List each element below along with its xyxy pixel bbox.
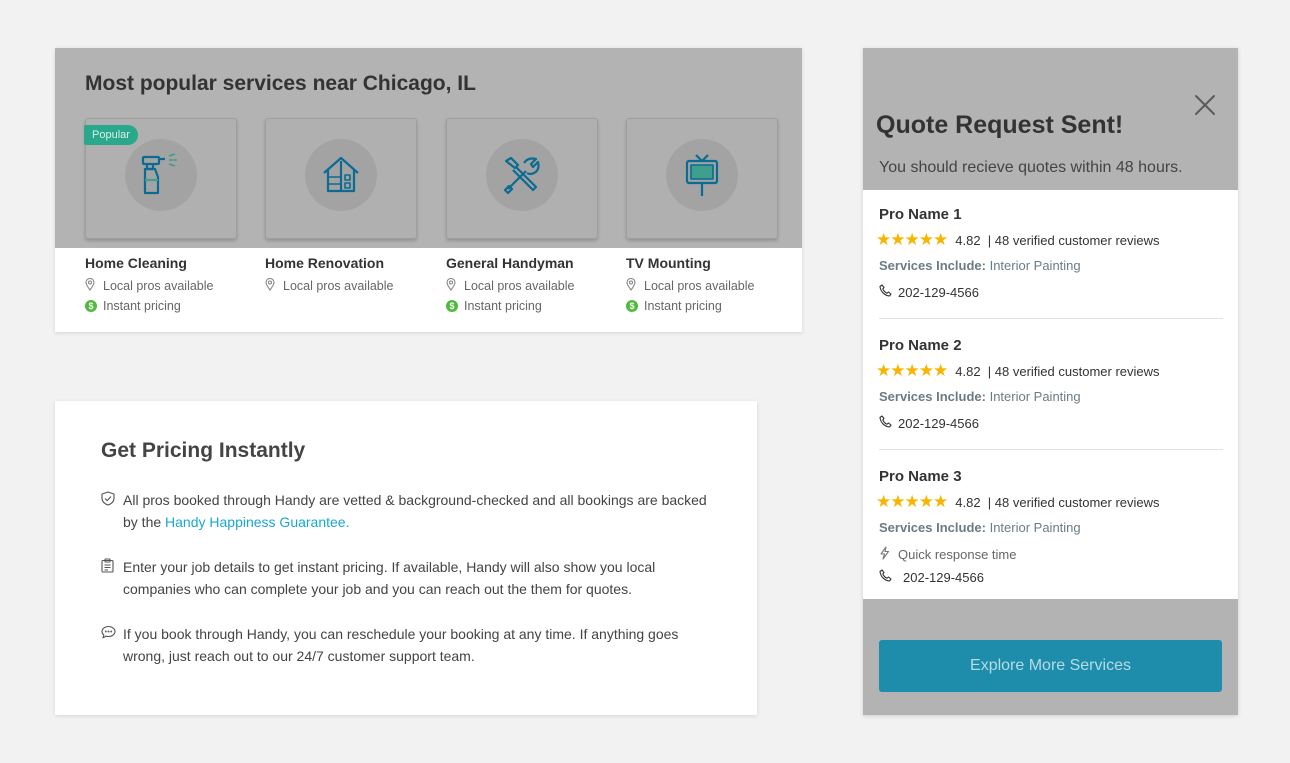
services-include-label: Services Include: [879, 520, 986, 535]
tile-tv-mounting[interactable] [626, 118, 778, 239]
service-name: TV Mounting [626, 255, 711, 271]
local-pros-text: Local pros available [464, 279, 575, 293]
phone-row: 202-129-4566 [879, 284, 1223, 300]
quick-response-text: Quick response time [898, 546, 1017, 562]
location-pin-icon [265, 277, 277, 294]
instant-pricing-line: $ Instant pricing [85, 296, 255, 316]
review-count: | 48 verified customer reviews [987, 494, 1160, 510]
star-rating-icon: ★ ★ ★ ★ ★ [876, 492, 948, 511]
instant-pricing-text: Instant pricing [464, 299, 542, 313]
rating-row: ★ ★ ★ ★ ★ 4.82 | 48 verified customer review… [876, 361, 1223, 380]
service-name: Home Cleaning [85, 255, 187, 271]
local-pros-text: Local pros available [644, 279, 755, 293]
quote-request-modal: Quote Request Sent! You should recieve q… [863, 48, 1238, 715]
lightning-icon [879, 545, 893, 563]
pro-card[interactable]: Pro Name 2 ★ ★ ★ ★ ★ 4.82 | 48 verified cust… [876, 337, 1223, 431]
rating-row: ★ ★ ★ ★ ★ 4.82 | 48 verified customer review… [876, 230, 1223, 249]
rating-value: 4.82 [955, 232, 981, 248]
review-count: | 48 verified customer reviews [987, 363, 1160, 379]
pricing-item: If you book through Handy, you can resch… [101, 623, 721, 667]
location-pin-icon [626, 277, 638, 294]
rating-row: ★ ★ ★ ★ ★ 4.82 | 48 verified customer review… [876, 492, 1223, 511]
phone-row: 202-129-4566 [879, 415, 1223, 431]
service-name: General Handyman [446, 255, 574, 271]
chat-bubble-icon [101, 623, 123, 667]
local-pros-line: Local pros available [85, 276, 255, 296]
pricing-card: Get Pricing Instantly All pros booked th… [55, 401, 757, 715]
modal-title: Quote Request Sent! [876, 111, 1124, 139]
phone-row: 202-129-4566 [879, 569, 1223, 585]
services-include-value: Interior Painting [989, 258, 1081, 273]
star-rating-icon: ★ ★ ★ ★ ★ [876, 230, 948, 249]
shield-check-icon [101, 489, 123, 533]
modal-subtitle: You should recieve quotes within 48 hour… [879, 159, 1183, 176]
star-rating-icon: ★ ★ ★ ★ ★ [876, 361, 948, 380]
services-include-value: Interior Painting [989, 389, 1081, 404]
service-info-tv-mounting: TV Mounting Local pros available $ Insta… [626, 255, 796, 316]
handy-happiness-guarantee-link[interactable]: Handy Happiness Guarantee. [165, 514, 349, 530]
tile-general-handyman[interactable] [446, 118, 598, 239]
dollar-icon: $ [626, 300, 638, 312]
local-pros-text: Local pros available [283, 279, 394, 293]
service-name: Home Renovation [265, 255, 385, 271]
services-include-value: Interior Painting [989, 520, 1081, 535]
service-info-home-cleaning: Home Cleaning Local pros available $ Ins… [85, 255, 255, 316]
pro-name: Pro Name 3 [879, 468, 962, 485]
explore-more-services-button[interactable]: Explore More Services [879, 640, 1222, 692]
popular-services-header: Most popular services near Chicago, IL P… [55, 48, 802, 248]
tile-home-renovation[interactable] [265, 118, 417, 239]
phone-number[interactable]: 202-129-4566 [898, 416, 979, 431]
service-info-general-handyman: General Handyman Local pros available $ … [446, 255, 616, 316]
service-info-home-renovation: Home Renovation Local pros available [265, 255, 435, 296]
pricing-item-text: If you book through Handy, you can resch… [123, 626, 679, 664]
instant-pricing-line: $ Instant pricing [626, 296, 796, 316]
pro-card[interactable]: Pro Name 3 ★ ★ ★ ★ ★ 4.82 | 48 verified cust… [876, 468, 1223, 585]
quick-response-row: Quick response time [879, 545, 1223, 563]
house-icon [305, 139, 377, 211]
local-pros-text: Local pros available [103, 279, 214, 293]
pricing-item-text: Enter your job details to get instant pr… [123, 559, 656, 597]
services-include: Services Include: Interior Painting [879, 520, 1223, 536]
close-icon[interactable] [1193, 93, 1217, 117]
phone-icon [879, 284, 893, 300]
pro-list: Pro Name 1 ★ ★ ★ ★ ★ 4.82 | 48 verified cust… [863, 190, 1238, 599]
instant-pricing-text: Instant pricing [103, 299, 181, 313]
services-include-label: Services Include: [879, 389, 986, 404]
popular-badge: Popular [84, 125, 138, 145]
services-include: Services Include: Interior Painting [879, 258, 1223, 274]
phone-icon [879, 415, 893, 431]
pro-name: Pro Name 2 [879, 337, 962, 354]
spray-bottle-icon [125, 139, 197, 211]
pro-name: Pro Name 1 [879, 206, 962, 223]
instant-pricing-line: $ Instant pricing [446, 296, 616, 316]
dollar-icon: $ [85, 300, 97, 312]
pricing-item: All pros booked through Handy are vetted… [101, 489, 721, 533]
local-pros-line: Local pros available [265, 276, 435, 296]
pricing-title: Get Pricing Instantly [101, 439, 306, 462]
clipboard-icon [101, 556, 123, 600]
services-include-label: Services Include: [879, 258, 986, 273]
instant-pricing-text: Instant pricing [644, 299, 722, 313]
divider [879, 449, 1223, 450]
phone-icon [879, 569, 893, 585]
tools-icon [486, 139, 558, 211]
pricing-item: Enter your job details to get instant pr… [101, 556, 721, 600]
services-include: Services Include: Interior Painting [879, 389, 1223, 405]
rating-value: 4.82 [955, 494, 981, 510]
location-pin-icon [85, 277, 97, 294]
popular-services-card: Most popular services near Chicago, IL P… [55, 48, 802, 332]
pricing-item-text: All pros booked through Handy are vetted… [123, 489, 721, 533]
rating-value: 4.82 [955, 363, 981, 379]
local-pros-line: Local pros available [446, 276, 616, 296]
popular-services-heading: Most popular services near Chicago, IL [85, 72, 476, 95]
local-pros-line: Local pros available [626, 276, 796, 296]
dollar-icon: $ [446, 300, 458, 312]
phone-number[interactable]: 202-129-4566 [903, 570, 984, 585]
divider [879, 318, 1223, 319]
review-count: | 48 verified customer reviews [987, 232, 1160, 248]
pro-card[interactable]: Pro Name 1 ★ ★ ★ ★ ★ 4.82 | 48 verified cust… [876, 206, 1223, 300]
location-pin-icon [446, 277, 458, 294]
tv-icon [666, 139, 738, 211]
phone-number[interactable]: 202-129-4566 [898, 285, 979, 300]
